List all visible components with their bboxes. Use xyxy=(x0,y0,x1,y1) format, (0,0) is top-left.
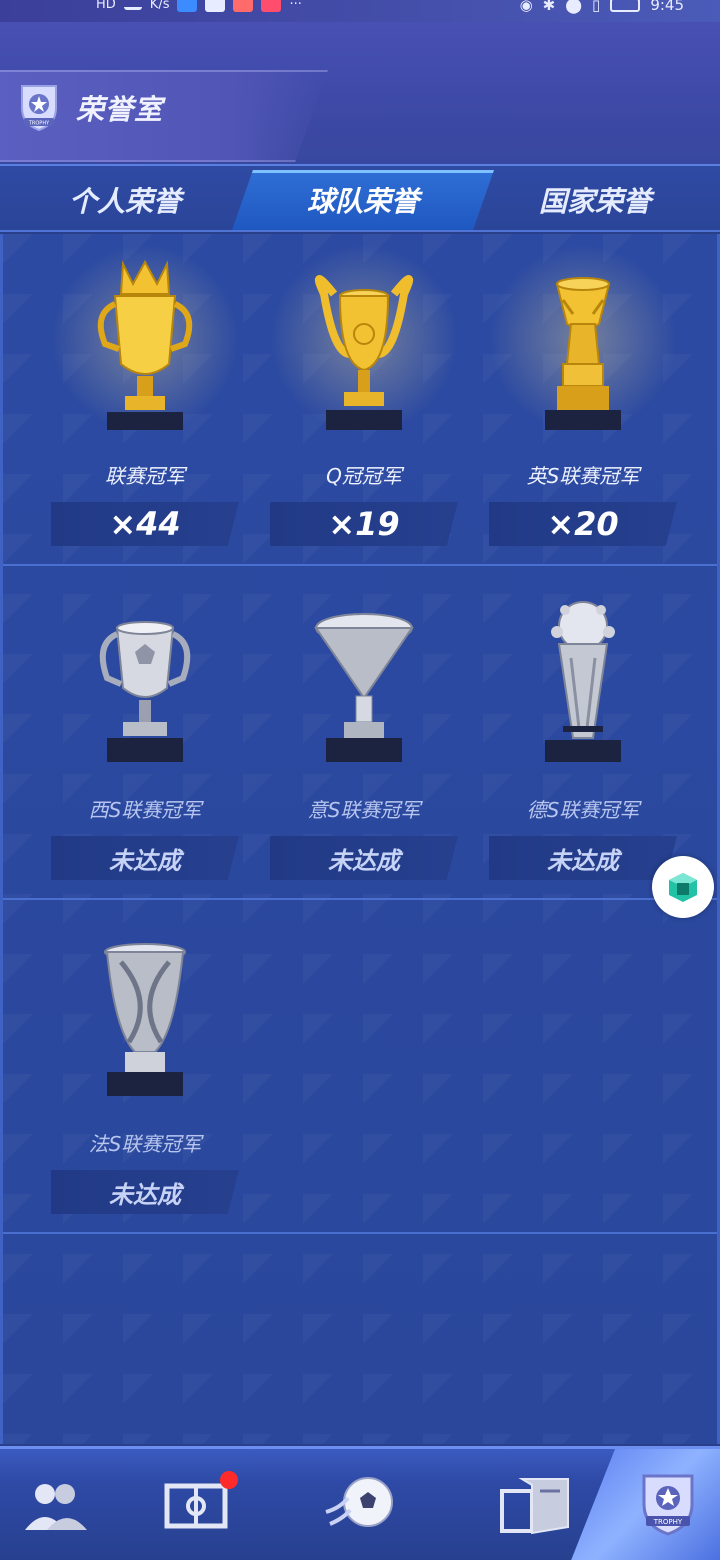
trophy-name: 意S联赛冠军 xyxy=(307,798,421,822)
trophy-card[interactable]: 英S联赛冠军 ×20 xyxy=(473,234,693,566)
app-icon xyxy=(233,0,254,12)
bottom-nav: TROPHY xyxy=(0,1446,720,1560)
clock: 9:45 xyxy=(650,0,684,14)
trophy-card[interactable]: 德S联赛冠军 未达成 xyxy=(473,568,693,900)
page-title: 荣誉室 xyxy=(76,93,164,126)
nav-trophy[interactable]: TROPHY xyxy=(618,1463,718,1549)
header: TROPHY 荣誉室 xyxy=(0,22,720,164)
trophy-status: 未达成 xyxy=(51,1170,239,1214)
badge-text: TROPHY xyxy=(28,121,50,127)
trophy-card[interactable]: 联赛冠军 ×44 xyxy=(35,234,255,566)
eye-icon: ◉ xyxy=(519,0,533,14)
app-icon xyxy=(261,0,282,12)
floating-assistant-button[interactable] xyxy=(652,856,714,918)
trophy-badge-icon: TROPHY xyxy=(21,85,57,132)
trophy-icon: TROPHY xyxy=(642,1474,694,1536)
card-icon xyxy=(500,1478,569,1535)
trophy-count: ×20 xyxy=(489,502,677,546)
football-icon xyxy=(325,1477,393,1527)
trophy-status: 未达成 xyxy=(489,836,677,880)
nav-match[interactable] xyxy=(310,1463,410,1549)
league-trophy-icon xyxy=(97,259,193,430)
battery-icon xyxy=(610,0,641,12)
trophy-name: 西S联赛冠军 xyxy=(88,798,202,822)
tab-bar: 个人荣誉 球队荣誉 国家荣誉 xyxy=(0,164,720,232)
trophy-status: 未达成 xyxy=(270,836,458,880)
trophy-status: 未达成 xyxy=(51,836,239,880)
france-league-trophy-icon xyxy=(104,943,186,1096)
notification-dot xyxy=(220,1471,238,1489)
more-indicator: ··· xyxy=(289,0,302,12)
trophy-card[interactable]: 法S联赛冠军 未达成 xyxy=(35,902,255,1234)
trophy-row: 法S联赛冠军 未达成 xyxy=(3,902,717,1234)
italy-league-trophy-icon xyxy=(314,613,414,762)
trophy-card[interactable]: 西S联赛冠军 未达成 xyxy=(35,568,255,900)
trophy-count: ×44 xyxy=(51,502,239,546)
trophy-card[interactable]: 意S联赛冠军 未达成 xyxy=(254,568,474,900)
trophy-name: 英S联赛冠军 xyxy=(526,464,640,488)
bluetooth-icon: ✱ xyxy=(542,0,556,14)
signal-icon xyxy=(123,0,142,10)
trophy-row: 联赛冠军 ×44 Q冠冠军 ×19 英S联赛冠军 ×20 xyxy=(3,234,717,566)
trophy-nav-text: TROPHY xyxy=(653,1518,683,1526)
location-icon: ⬤ xyxy=(565,0,583,14)
app-icon xyxy=(205,0,226,12)
pitch-icon xyxy=(164,1483,228,1529)
vibrate-icon: ▯ xyxy=(592,0,601,14)
nav-players[interactable] xyxy=(6,1463,106,1549)
cube-icon xyxy=(669,873,697,902)
trophy-row: 西S联赛冠军 未达成 意S联赛冠军 未达成 德S联赛冠军 未达成 xyxy=(3,568,717,900)
hd-indicator: HD xyxy=(96,0,116,12)
trophy-name: 法S联赛冠军 xyxy=(88,1132,202,1156)
tab-national-honors[interactable]: 国家荣誉 xyxy=(470,170,720,230)
tab-personal-honors[interactable]: 个人荣誉 xyxy=(0,170,250,230)
trophy-count: ×19 xyxy=(270,502,458,546)
q-cup-trophy-icon xyxy=(314,275,414,430)
tab-team-honors[interactable]: 球队荣誉 xyxy=(232,170,494,230)
premier-league-trophy-icon xyxy=(545,277,621,430)
trophy-name: 德S联赛冠军 xyxy=(526,798,640,822)
status-bar: HD K/s ··· ◉ ✱ ⬤ ▯ 9:45 xyxy=(0,0,720,22)
trophy-name: Q冠冠军 xyxy=(326,464,402,488)
trophy-name: 联赛冠军 xyxy=(105,464,185,488)
net-speed: K/s xyxy=(149,0,170,12)
app-icon xyxy=(177,0,198,12)
spain-league-trophy-icon xyxy=(99,621,191,762)
players-icon xyxy=(25,1484,87,1530)
trophy-card[interactable]: Q冠冠军 ×19 xyxy=(254,234,474,566)
trophy-grid: 联赛冠军 ×44 Q冠冠军 ×19 英S联赛冠军 ×20 西S联赛冠军 未达成 … xyxy=(0,234,720,1444)
germany-league-trophy-icon xyxy=(545,601,621,762)
nav-cards[interactable] xyxy=(486,1463,586,1549)
